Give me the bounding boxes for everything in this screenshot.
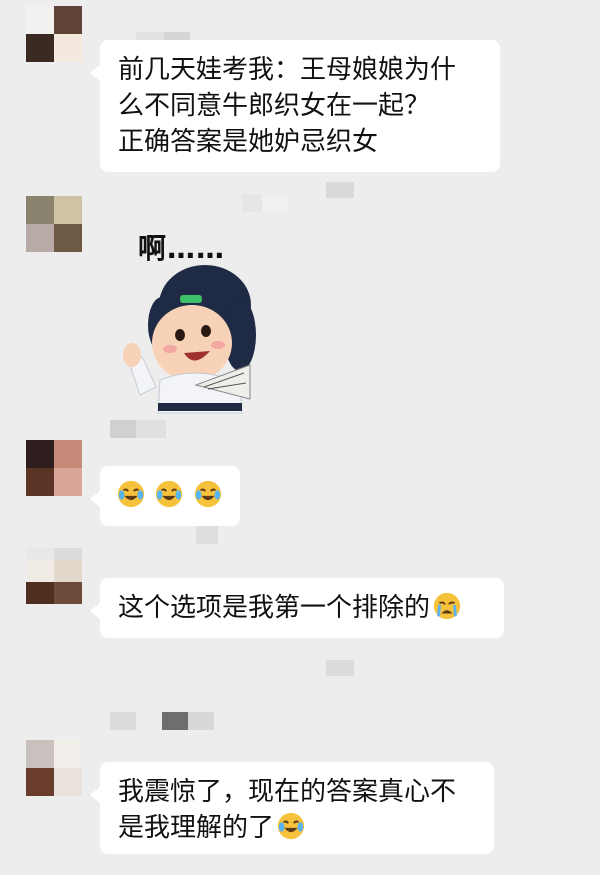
crying-laughing-face-icon — [117, 480, 145, 508]
blurred-timestamp — [326, 182, 354, 198]
crying-laughing-face-icon — [194, 480, 221, 508]
message-text: 正确答案是她妒忌织女 — [118, 127, 379, 157]
blurred-timestamp — [326, 660, 354, 676]
crying-laughing-face-icon — [156, 480, 183, 508]
cartoon-scholar-sticker-icon — [123, 265, 256, 414]
message-text: 么不同意牛郎织女在一起？ — [118, 91, 431, 121]
crying-face-icon — [433, 592, 461, 620]
avatar[interactable] — [26, 560, 82, 604]
message-bubble[interactable] — [90, 466, 240, 526]
chat-view: 前几天娃考我：王母娘娘为什 么不同意牛郎织女在一起？ 正确答案是她妒忌织女 啊…… — [0, 0, 600, 875]
blurred-username — [110, 712, 214, 730]
message-text: 我震惊了，现在的答案真心不 — [118, 777, 457, 807]
avatar[interactable] — [26, 6, 82, 62]
avatar[interactable] — [26, 196, 82, 252]
message-text: 这个选项是我第一个排除的 — [118, 590, 486, 626]
message-bubble[interactable]: 我震惊了，现在的答案真心不 是我理解的了 — [90, 762, 494, 854]
crying-laughing-face-icon — [277, 812, 305, 840]
message-text: 前几天娃考我：王母娘娘为什 — [118, 55, 457, 85]
blurred-username — [196, 526, 218, 544]
message-bubble[interactable]: 前几天娃考我：王母娘娘为什 么不同意牛郎织女在一起？ 正确答案是她妒忌织女 — [90, 40, 500, 172]
message-bubble[interactable]: 这个选项是我第一个排除的 — [90, 578, 504, 638]
avatar[interactable] — [26, 440, 82, 496]
avatar[interactable] — [26, 740, 82, 796]
message-text: 是我理解的了 — [118, 810, 476, 846]
blurred-username — [242, 194, 288, 212]
blurred-username — [26, 712, 80, 730]
sticker-message[interactable]: 啊…… — [100, 215, 300, 425]
blurred-username — [110, 420, 166, 438]
